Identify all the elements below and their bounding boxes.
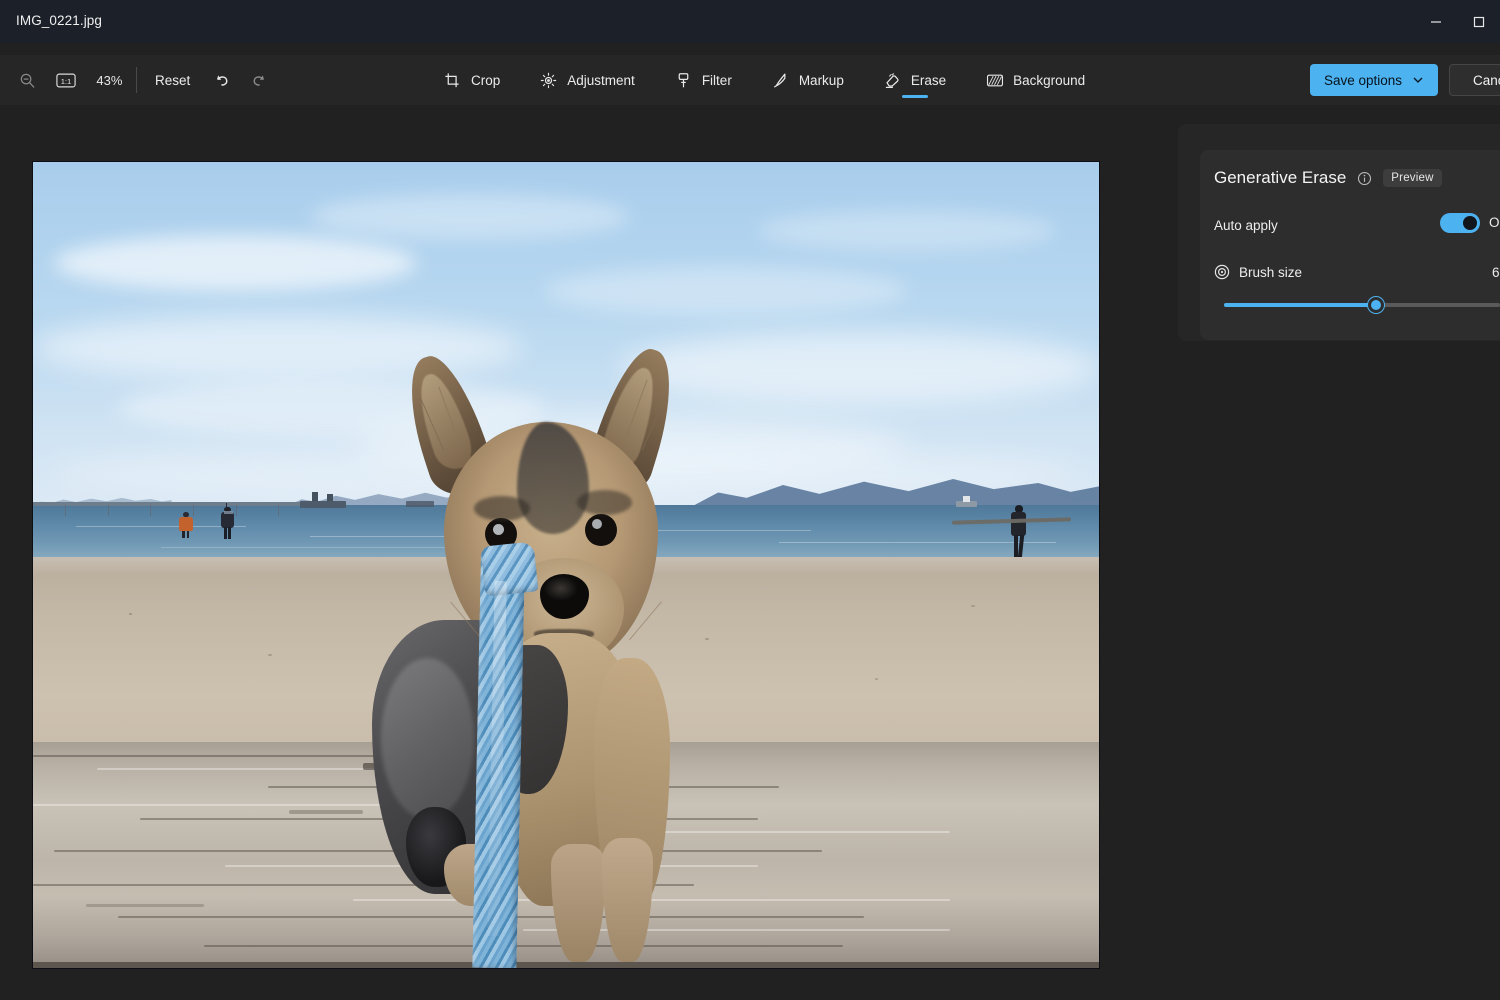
cancel-button[interactable]: Cancel [1449, 64, 1500, 96]
title-bar: IMG_0221.jpg [0, 0, 1500, 43]
canvas-area[interactable] [0, 105, 1178, 1000]
reset-button[interactable]: Reset [147, 68, 198, 93]
tab-background[interactable]: Background [982, 55, 1089, 105]
minimize-icon [1431, 20, 1441, 23]
slider-thumb[interactable] [1368, 297, 1384, 313]
redo-icon [253, 74, 265, 86]
tab-adjustment[interactable]: Adjustment [536, 55, 639, 105]
person-orange-coat [178, 511, 194, 538]
chevron-down-icon [1412, 74, 1424, 86]
zoom-out-icon [20, 73, 35, 88]
window-title: IMG_0221.jpg [16, 13, 103, 28]
maximize-button[interactable] [1456, 0, 1500, 43]
beach-dog-photograph [33, 162, 1099, 968]
cargo-ship-3 [956, 501, 978, 507]
filter-icon [675, 71, 693, 89]
brush-size-label: Brush size [1239, 264, 1303, 280]
zoom-level[interactable]: 43% [87, 73, 133, 88]
tab-background-label: Background [1013, 72, 1086, 88]
person-carrying-log [1009, 505, 1028, 559]
brightness-icon [540, 71, 558, 89]
photo-editor-window: IMG_0221.jpg 1:1 43% Reset Crop Adjustme… [0, 0, 1500, 1000]
panel-title: Generative Erase [1214, 168, 1347, 187]
undo-icon [217, 74, 228, 86]
eraser-icon [884, 71, 902, 89]
background-icon [986, 71, 1004, 89]
pen-icon [772, 71, 790, 89]
toggle-knob [1463, 216, 1477, 230]
tab-markup-label: Markup [798, 72, 844, 88]
tab-crop[interactable]: Crop [440, 55, 504, 105]
brush-size-icon [1214, 264, 1230, 280]
person-dark-jacket [221, 503, 236, 540]
dog-subject [363, 341, 789, 968]
one-to-one-icon: 1:1 [55, 73, 76, 87]
toolbar-left-group: 1:1 43% Reset [0, 55, 275, 105]
brush-size-row: Brush size [1214, 264, 1302, 280]
crop-icon [444, 71, 462, 89]
auto-apply-state: On [1489, 215, 1500, 230]
active-tab-indicator [901, 95, 928, 98]
tab-erase-label: Erase [910, 72, 947, 88]
image-canvas[interactable] [33, 162, 1099, 968]
auto-apply-label: Auto apply [1214, 217, 1278, 233]
toolbar-divider [136, 67, 138, 93]
undo-button[interactable] [206, 64, 236, 96]
tab-crop-label: Crop [471, 72, 501, 88]
tab-filter-label: Filter [701, 72, 732, 88]
pier [33, 502, 311, 507]
save-options-button[interactable]: Save options [1310, 64, 1438, 96]
svg-text:1:1: 1:1 [60, 76, 71, 85]
tab-adjustment-label: Adjustment [567, 72, 635, 88]
tab-markup[interactable]: Markup [768, 55, 848, 105]
tie-knot [480, 541, 539, 597]
editor-toolbar: 1:1 43% Reset Crop Adjustment Filter Mar… [0, 55, 1500, 105]
actual-size-button[interactable]: 1:1 [50, 64, 80, 96]
panel-header: Generative Erase Preview [1214, 168, 1442, 188]
cargo-ship-1 [299, 500, 347, 508]
tab-filter[interactable]: Filter [671, 55, 736, 105]
auto-apply-toggle[interactable] [1440, 213, 1480, 233]
info-icon[interactable] [1357, 171, 1372, 186]
save-options-label: Save options [1323, 72, 1403, 88]
preview-badge: Preview [1383, 169, 1442, 187]
zoom-out-button[interactable] [12, 64, 42, 96]
minimize-button[interactable] [1413, 0, 1459, 43]
tool-tabs: Crop Adjustment Filter Markup Erase Back… [440, 55, 1089, 105]
brush-size-slider[interactable] [1224, 297, 1500, 313]
brush-size-value: 62 [1492, 265, 1500, 280]
tab-erase[interactable]: Erase [880, 55, 950, 105]
slider-fill [1224, 303, 1376, 307]
maximize-icon [1473, 16, 1485, 27]
redo-button[interactable] [245, 64, 275, 96]
